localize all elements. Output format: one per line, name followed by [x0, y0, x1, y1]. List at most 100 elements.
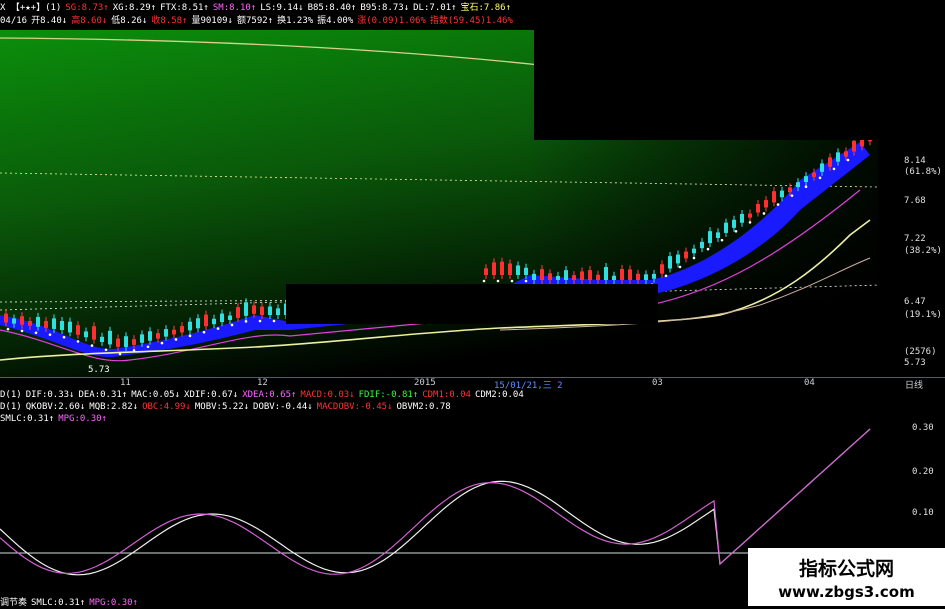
- price-axis-label: (61.8%): [904, 167, 942, 177]
- candle-body: [724, 222, 728, 233]
- candle-body: [156, 333, 160, 339]
- obv-row: D(1) QKOBV:2.60↓ MQB:2.82↓ OBC:4.99↓ MOBV:5.…: [0, 401, 945, 413]
- candle-body: [516, 265, 520, 275]
- indicator-row2-item: D(1): [0, 402, 22, 412]
- header-row2-item: 额7592↑: [236, 16, 274, 26]
- channel-dot: [230, 323, 234, 327]
- channel-dot: [188, 334, 192, 338]
- candle-body: [668, 256, 672, 269]
- indicator-row1-item: MACD:0.03↓: [300, 390, 355, 400]
- candle-body: [660, 264, 664, 274]
- candle-body: [188, 321, 192, 331]
- candle-body: [828, 157, 832, 167]
- channel-dot: [706, 247, 710, 251]
- channel-dot: [272, 319, 276, 323]
- channel-dot: [510, 279, 514, 283]
- channel-dot: [34, 331, 38, 335]
- indicator-row1-item: FDIF:-0.81↑: [358, 390, 419, 400]
- channel-dot: [678, 265, 682, 269]
- header-row1-item: SG:8.73↑: [65, 3, 109, 13]
- candle-body: [852, 140, 856, 152]
- price-axis-label: 5.73: [904, 358, 926, 368]
- indicator-row2-item: OBVM2:0.78: [396, 402, 451, 412]
- candle-body: [236, 307, 240, 318]
- price-axis-label: 7.22: [904, 234, 926, 244]
- header-row2-item: 量90109↓: [191, 16, 233, 26]
- indicator-row2-item: MACDOBV:-0.45↓: [316, 402, 393, 412]
- candle-body: [804, 176, 808, 182]
- candle-body: [212, 318, 216, 325]
- candle-body: [740, 213, 744, 223]
- price-axis-label: 7.68: [904, 196, 926, 206]
- candle-body: [700, 241, 704, 249]
- channel-dot: [776, 203, 780, 206]
- candle-body: [36, 316, 40, 327]
- candle-body: [756, 204, 760, 213]
- candle-body: [28, 320, 32, 326]
- candle-body: [780, 190, 784, 198]
- candle-body: [772, 191, 776, 203]
- channel-dot: [118, 352, 122, 356]
- candle-body: [564, 270, 568, 280]
- header-row2-item: 振4.00%: [317, 16, 354, 26]
- indicator-row1-item: DEA:0.31↑: [78, 390, 128, 400]
- watermark-logo: 指标公式网 www.zbgs3.com: [748, 548, 945, 606]
- candle-body: [44, 321, 48, 328]
- channel-dot: [748, 221, 752, 224]
- channel-dot: [62, 335, 66, 339]
- indicator-row1-item: XDIF:0.67↓: [184, 390, 239, 400]
- channel-dot: [258, 319, 262, 323]
- channel-dot: [692, 256, 696, 260]
- indicator-row2-item: DOBV:-0.44↓: [253, 402, 313, 412]
- channel-dot: [6, 327, 10, 331]
- candle-body: [636, 273, 640, 280]
- channel-dot: [160, 341, 164, 345]
- channel-dot: [482, 279, 486, 283]
- low-price-label: 5.73: [88, 365, 110, 375]
- candle-body: [68, 321, 72, 333]
- watermark-url: www.zbgs3.com: [778, 583, 915, 601]
- header-row1-item: FTX:8.51↑: [160, 3, 209, 13]
- candle-body: [108, 330, 112, 345]
- channel-dot: [790, 194, 794, 197]
- candle-body: [4, 313, 8, 323]
- candle-body: [492, 262, 496, 275]
- candle-body: [844, 151, 848, 157]
- candle-body: [132, 339, 136, 345]
- indicator-row2-item: OBC:4.99↓: [142, 402, 191, 412]
- channel-dot: [216, 327, 220, 330]
- header-row2-item: 低8.26↓: [111, 16, 148, 26]
- price-axis-label: (19.1%): [904, 310, 942, 320]
- candle-body: [140, 334, 144, 343]
- candle-body: [484, 268, 488, 275]
- indicator-axis-label: 0.10: [912, 508, 934, 518]
- candle-body: [620, 268, 624, 280]
- channel-dot: [762, 212, 766, 215]
- candle-body: [92, 326, 96, 340]
- candle-body: [732, 219, 736, 228]
- channel-dot: [734, 229, 738, 233]
- header-row2-item: 04/16: [0, 16, 28, 26]
- indicator-row1-item: XDEA:0.65↑: [242, 390, 297, 400]
- date-axis-label: 12: [257, 378, 268, 388]
- indicator-row2-item: MOBV:5.22↓: [194, 402, 250, 412]
- candle-body: [164, 329, 168, 337]
- candle-body: [644, 274, 648, 280]
- candle-body: [116, 338, 120, 347]
- price-axis: 8.14 (61.8%) 7.68 7.22 (38.2%) 6.47 (19.1%) (25…: [878, 30, 945, 377]
- candle-body: [172, 329, 176, 335]
- bottom-row-item: 调节奏: [0, 598, 28, 608]
- candle-body: [708, 231, 712, 244]
- stock-chart-window: X 【+★+】(1) SG:8.73↑ XG:8.29↑ FTX:8.51↑ SM:8.…: [0, 0, 945, 609]
- watermark-title: 指标公式网: [798, 558, 894, 580]
- candle-body: [276, 308, 280, 315]
- candle-body: [684, 251, 688, 259]
- header-row1-item: 宝石:7.86↑: [460, 3, 512, 13]
- date-axis-label: 2015: [414, 378, 436, 388]
- candle-body: [500, 261, 504, 275]
- candle-body: [20, 316, 24, 325]
- candle-body: [196, 318, 200, 329]
- indicator-row1-item: CDM1:0.04: [422, 390, 471, 400]
- candle-body: [548, 273, 552, 280]
- bottom-row-item: SMLC:0.31↑: [31, 598, 86, 608]
